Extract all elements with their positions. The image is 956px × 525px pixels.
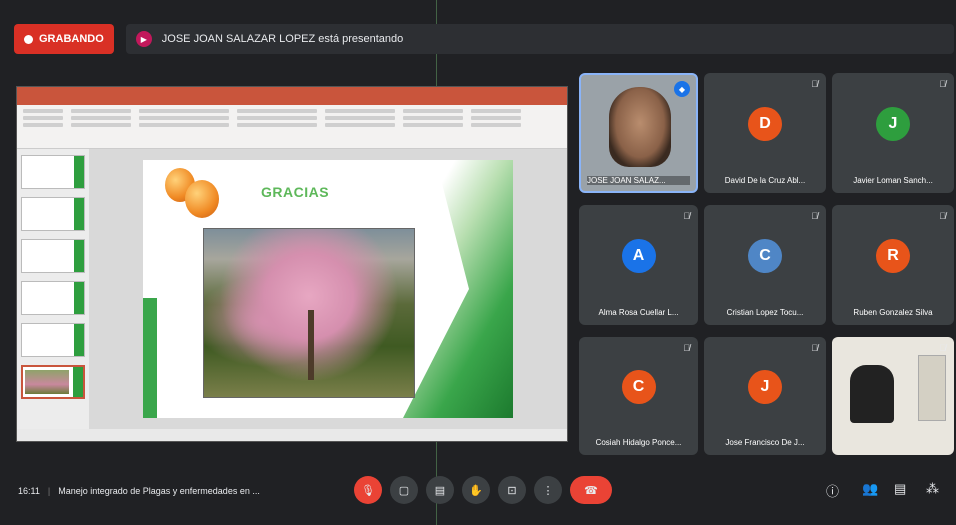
participant-name: Javier Loman Sanch... <box>853 176 933 185</box>
present-screen-icon: ▶ <box>135 31 152 47</box>
mic-muted-icon: 🎙̸ <box>939 343 946 353</box>
meeting-time: 16:11 <box>18 486 40 496</box>
powerpoint-tabs <box>17 97 567 105</box>
mic-muted-icon: 🎙̸ <box>811 211 818 221</box>
participant-name: David De la Cruz Abl... <box>724 176 806 185</box>
slide-thumbnails <box>17 149 89 429</box>
slide-thumbnail <box>21 323 85 357</box>
recording-badge[interactable]: GRABANDO <box>14 24 114 54</box>
activities-icon[interactable]: ⁂ <box>926 481 939 497</box>
slide-canvas: GRACIAS <box>89 149 567 429</box>
avatar: J <box>748 370 782 404</box>
shared-screen: GRACIAS <box>16 86 568 442</box>
mic-muted-icon: 🎙̸ <box>811 79 818 89</box>
peach-image <box>185 180 219 218</box>
meeting-info: 16:11 | Manejo integrado de Plagas y enf… <box>18 486 260 496</box>
participant-tile[interactable]: ◆ JOSE JOAN SALAZ... <box>579 73 698 193</box>
mic-muted-icon: 🎙̸ <box>683 211 690 221</box>
powerpoint-statusbar <box>17 429 567 441</box>
raise-hand-icon[interactable]: ✋ <box>462 476 490 504</box>
captions-icon[interactable]: ▤ <box>426 476 454 504</box>
hang-up-icon[interactable]: ☎ <box>570 476 612 504</box>
slide-thumbnail <box>21 239 85 273</box>
camera-off-icon[interactable]: ▢ <box>390 476 418 504</box>
avatar: C <box>748 239 782 273</box>
participant-tile[interactable]: 🎙̸ J Javier Loman Sanch... <box>832 73 954 193</box>
participant-tile[interactable]: 🎙̸ R Ruben Gonzalez Silva <box>832 205 954 325</box>
current-slide: GRACIAS <box>143 160 513 418</box>
participant-name: Cosiah Hidalgo Ponce... <box>595 438 682 447</box>
participant-name: Cristian Lopez Tocu... <box>726 308 804 317</box>
participant-tile[interactable]: 🎙̸ D David De la Cruz Abl... <box>704 73 826 193</box>
more-options-icon[interactable]: ⋮ <box>534 476 562 504</box>
meeting-title: Manejo integrado de Plagas y enfermedade… <box>58 486 260 496</box>
participant-video <box>850 365 894 423</box>
meet-screen: GRABANDO ▶ JOSE JOAN SALAZAR LOPEZ está … <box>0 0 956 525</box>
participant-tile[interactable]: 🎙̸ C Cristian Lopez Tocu... <box>704 205 826 325</box>
powerpoint-titlebar <box>17 87 567 97</box>
avatar: C <box>621 370 656 404</box>
participant-tile[interactable]: 🎙̸ J Jose Francisco De J... <box>704 337 826 455</box>
chat-icon[interactable]: ▤ <box>894 481 906 497</box>
avatar: D <box>748 107 782 141</box>
info-icon[interactable]: ⓘ <box>826 481 839 500</box>
mic-muted-icon: 🎙̸ <box>939 79 946 89</box>
avatar: A <box>621 239 656 273</box>
slide-thumbnail <box>21 281 85 315</box>
record-dot-icon <box>24 34 33 44</box>
recording-label: GRABANDO <box>39 33 104 45</box>
participant-video <box>609 87 671 167</box>
participant-tile[interactable]: 🎙̸ A Alma Rosa Cuellar L... <box>579 205 698 325</box>
presenting-icon: ◆ <box>674 81 690 97</box>
presenting-banner: ▶ JOSE JOAN SALAZAR LOPEZ está presentan… <box>125 24 954 54</box>
powerpoint-ribbon <box>17 105 567 149</box>
powerpoint-workspace: GRACIAS <box>17 149 567 429</box>
slide-thumbnail-selected <box>21 365 85 399</box>
participant-name: JOSE JOAN SALAZ... <box>587 176 690 185</box>
top-bar: GRABANDO ▶ JOSE JOAN SALAZAR LOPEZ está … <box>14 20 954 58</box>
background-shelf <box>918 355 946 421</box>
slide-decoration-bar <box>143 298 157 418</box>
mic-off-icon[interactable]: 🎙 <box>354 476 382 504</box>
slide-title: GRACIAS <box>261 184 330 200</box>
participant-tile[interactable]: 🎙̸ C Cosiah Hidalgo Ponce... <box>579 337 698 455</box>
avatar: R <box>876 239 910 273</box>
tree-trunk <box>308 310 314 380</box>
participant-tile[interactable]: 🎙̸ <box>832 337 954 455</box>
present-icon[interactable]: ⊡ <box>498 476 526 504</box>
presenting-text: JOSE JOAN SALAZAR LOPEZ está presentando <box>161 33 404 45</box>
slide-thumbnail <box>21 197 85 231</box>
separator: | <box>47 486 51 496</box>
avatar: J <box>876 107 910 141</box>
people-icon[interactable]: 👥 <box>862 481 878 497</box>
bottom-bar: 16:11 | Manejo integrado de Plagas y enf… <box>0 462 956 525</box>
slide-decoration <box>403 160 513 418</box>
mic-muted-icon: 🎙̸ <box>683 343 690 353</box>
mic-muted-icon: 🎙̸ <box>939 211 946 221</box>
participant-name: Jose Francisco De J... <box>725 438 805 447</box>
slide-thumbnail <box>21 155 85 189</box>
mic-muted-icon: 🎙̸ <box>811 343 818 353</box>
participant-name: Alma Rosa Cuellar L... <box>598 308 679 317</box>
participant-name: Ruben Gonzalez Silva <box>853 308 933 317</box>
